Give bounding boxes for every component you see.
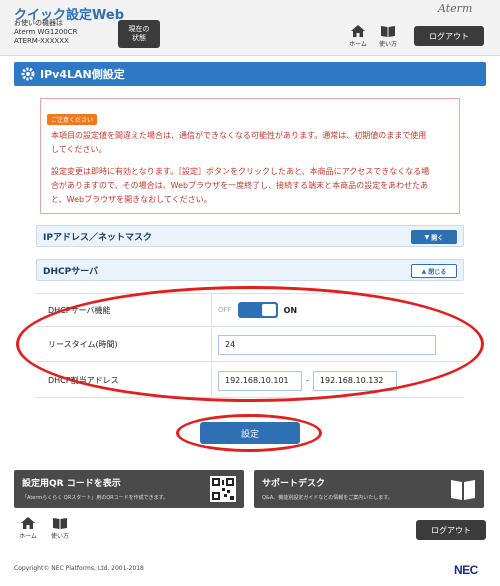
warning-badge: ご注意ください	[47, 114, 98, 125]
save-button[interactable]: 設定	[200, 422, 300, 444]
book-icon	[53, 518, 67, 529]
help-link-bottom[interactable]: 使い方	[46, 516, 74, 542]
home-link[interactable]: ホーム	[344, 24, 372, 50]
chevron-down-icon: ▼	[424, 233, 430, 241]
accordion-ip-address[interactable]: IPアドレス／ネットマスク ▼ 開く	[36, 225, 464, 247]
range-separator: -	[306, 376, 309, 385]
accordion-dhcp-label: DHCPサーバ	[43, 266, 99, 277]
logout-button[interactable]: ログアウト	[414, 26, 484, 46]
device-id: ATERM-XXXXXX	[14, 37, 69, 45]
range-start-input[interactable]	[218, 370, 302, 391]
qr-code-icon	[210, 476, 236, 502]
copyright: Copyright© NEC Platforms, Ltd. 2001-2018	[14, 565, 144, 572]
book-icon	[451, 480, 475, 500]
accordion-dhcp[interactable]: DHCPサーバ ▲ 閉じる	[36, 259, 464, 281]
warning-box: ご注意ください 本項目の設定値を間違えた場合は、通信ができなくなる可能性がありま…	[40, 98, 460, 214]
header: クイック設定Web お使いの機器は Aterm WG1200CR ATERM-X…	[0, 0, 500, 56]
qr-code-panel[interactable]: 設定用QR コードを表示 「Atermらくらく QRスタート」用のQRコードを作…	[14, 470, 244, 508]
current-status-button[interactable]: 現在の 状態	[118, 20, 160, 48]
support-desk-panel[interactable]: サポートデスク Q&A、機能別設定ガイドなどの情報をご案内いたします。	[254, 470, 484, 508]
qr-panel-title: 設定用QR コードを表示	[22, 479, 121, 489]
warning-line: と、Webブラウザを開きなおしてください。	[51, 195, 212, 204]
accordion-ip-label: IPアドレス／ネットマスク	[43, 232, 152, 243]
collapse-button[interactable]: ▲ 閉じる	[411, 264, 457, 278]
book-icon	[381, 26, 395, 37]
device-label: お使いの機器は	[14, 19, 63, 27]
range-end-input[interactable]	[312, 370, 397, 391]
form-row-lease-time: リースタイム(時間)	[36, 328, 464, 362]
nec-logo: NEC	[454, 563, 478, 577]
logout-button-bottom[interactable]: ログアウト	[416, 520, 486, 540]
dhcp-function-label: DHCPサーバ機能	[36, 294, 212, 326]
warning-line: 本項目の設定値を間違えた場合は、通信ができなくなる可能性があります。通常は、初期…	[51, 131, 427, 140]
chevron-up-icon: ▲	[421, 267, 427, 275]
form-row-dhcp-function: DHCPサーバ機能 OFF ON	[36, 293, 464, 327]
home-icon	[351, 25, 365, 37]
help-link[interactable]: 使い方	[374, 24, 402, 50]
qr-panel-sub: 「Atermらくらく QRスタート」用のQRコードを作成できます。	[22, 495, 169, 501]
support-panel-title: サポートデスク	[262, 479, 326, 489]
form-row-address-range: DHCP割当アドレス -	[36, 364, 464, 398]
home-icon	[21, 517, 35, 529]
home-label: ホーム	[349, 41, 367, 48]
help-label: 使い方	[378, 41, 397, 48]
warning-line: 設定変更は即時に有効となります。［設定］ボタンをクリックしたあと、本商品にアクセ…	[51, 167, 430, 176]
toggle-track[interactable]	[237, 302, 278, 318]
home-link-bottom[interactable]: ホーム	[14, 516, 42, 542]
warning-line: 合がありますので、その場合は、Webブラウザを一度終了し、接続する端末と本商品の…	[51, 181, 429, 190]
expand-button[interactable]: ▼ 開く	[411, 230, 457, 244]
support-panel-sub: Q&A、機能別設定ガイドなどの情報をご案内いたします。	[262, 495, 393, 501]
status-line2: 状態	[132, 34, 146, 42]
home-label: ホーム	[19, 533, 37, 540]
toggle-knob[interactable]	[261, 304, 276, 316]
toggle-off-label: OFF	[218, 306, 232, 314]
brand-logo: Aterm	[438, 2, 473, 15]
help-label: 使い方	[50, 533, 69, 540]
gear-icon	[21, 67, 35, 81]
toggle-on-label: ON	[283, 305, 298, 315]
address-range-label: DHCP割当アドレス	[36, 364, 212, 397]
page-title: IPv4LAN側設定	[14, 62, 486, 86]
lease-time-input[interactable]	[218, 334, 436, 355]
lease-time-label: リースタイム(時間)	[36, 328, 212, 361]
device-model: Aterm WG1200CR	[14, 28, 78, 36]
page-title-text: IPv4LAN側設定	[40, 68, 125, 81]
status-line1: 現在の	[128, 25, 150, 33]
expand-label: 開く	[431, 234, 444, 242]
warning-line: してください。	[51, 145, 107, 154]
collapse-label: 閉じる	[428, 268, 447, 276]
dhcp-toggle[interactable]: OFF ON	[218, 302, 297, 318]
